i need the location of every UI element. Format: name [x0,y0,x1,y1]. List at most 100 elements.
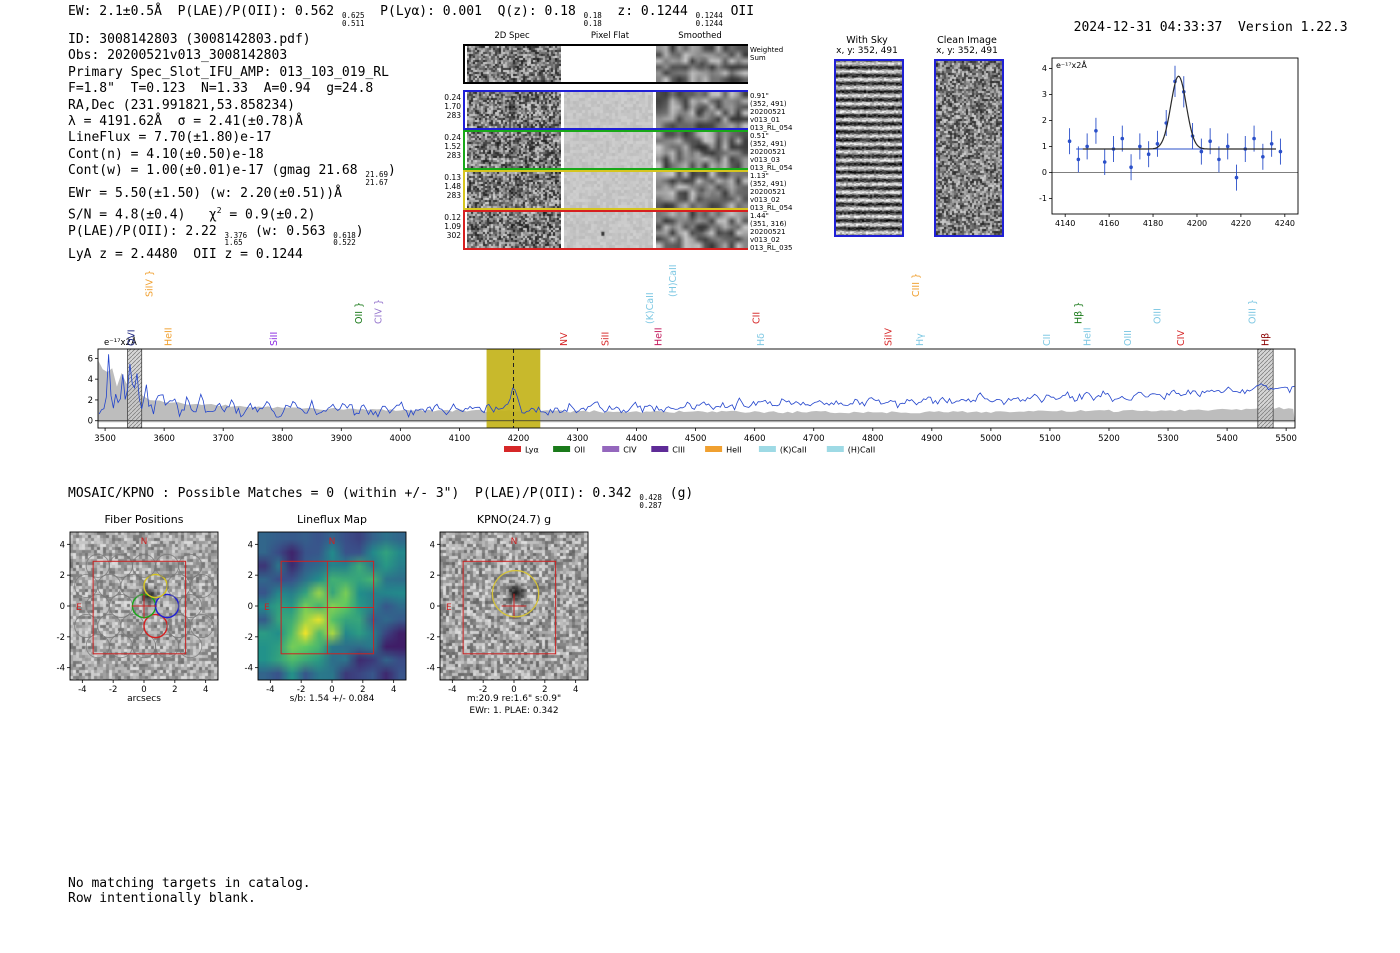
data-point [1270,142,1274,146]
y-tick-label: 4 [248,540,253,550]
fiber-positions-title: Fiber Positions [105,513,184,526]
report-meta: 2024-12-31 04:33:37 Version 1.22.3 [1058,4,1348,37]
text-segment: Primary Spec_Slot_IFU_AMP: 013_103_019_R… [68,65,389,80]
spec2d-row-right-labels: 1.13"(352, 491)20200521v013_02013_RL_054 [750,172,794,212]
x-tick-label: 3800 [271,434,293,444]
x-tick-label: 5000 [980,434,1002,444]
excluded-band [128,349,142,428]
x-tick-label: 5100 [1039,434,1061,444]
text-segment: RA,Dec (231.991821,53.858234) [68,98,295,113]
lineflux-caption: s/b: 1.54 +/- 0.084 [290,694,375,704]
mosaic-header-line: MOSAIC/KPNO : Possible Matches = 0 (with… [68,486,693,509]
spec2d-right-value: 013_RL_035 [750,244,794,252]
detection-info-block: ID: 3008142803 (3008142803.pdf)Obs: 2020… [68,32,396,263]
withsky-image [834,59,904,237]
lo-value: 0.287 [639,502,662,510]
y-tick-label: 2 [430,571,435,581]
info-line: EWr = 5.50(±1.50) (w: 2.20(±0.51))Å [68,186,396,202]
emission-line-label: Hβ } [1073,302,1084,324]
y-tick-label: -4 [427,664,435,674]
emission-line-label: Hγ [915,333,926,346]
spec2d-right-value: 20200521 [750,228,794,236]
x-tick-label: 3500 [94,434,116,444]
data-point [1200,150,1204,154]
text-segment: (g) [662,486,693,501]
detected-line-highlight-band [487,349,541,428]
legend-swatch [602,446,619,452]
spec2d-left-value: 283 [439,191,461,200]
spec2d-row-left-labels: 0.241.70283 [439,93,461,120]
x-tick-label: -4 [266,685,274,695]
spec2d-strip [467,132,561,168]
emission-line-label: CIV } [374,299,385,324]
x-tick-label: 4220 [1231,219,1251,228]
data-point [1103,160,1107,164]
lo-value: 0.522 [333,239,356,247]
emission-line-label: OVI [127,329,138,346]
y-tick-label: 4 [88,375,93,385]
x-tick-label: 5400 [1216,434,1238,444]
text-segment: F=1.8" T=0.123 N=1.33 A=0.94 g=24.8 [68,81,373,96]
text-segment: (w: 0.563 [247,224,333,239]
spec2d-left-value: 302 [439,231,461,240]
spec2d-left-value: 1.52 [439,142,461,151]
text-segment: Cont(n) = 4.10(±0.50)e-18 [68,147,264,162]
spec2d-right-value: 1.13" [750,172,794,180]
y-tick-label: 4 [60,540,65,550]
smoothed-strip [656,46,748,82]
pixelflat-strip [564,46,653,82]
legend-label: OII [574,446,585,455]
y-tick-label: 6 [88,354,93,364]
emission-line-label: OIII } [1247,299,1258,324]
clean-coords: x, y: 352, 491 [936,46,998,56]
text-segment: S/N = 4.8(±0.4) χ [68,207,217,222]
hi-lo-stack: 3.3761.65 [225,232,248,247]
data-point [1138,145,1142,149]
x-tick-label: 4200 [1187,219,1207,228]
clean-image [934,59,1004,237]
text-segment: MOSAIC/KPNO : Possible Matches = 0 (with… [68,486,639,501]
y-tick-label: 4 [430,540,435,550]
lineflux-map-title: Lineflux Map [297,513,367,526]
x-tick-label: 2 [172,685,177,695]
spec2d-row [463,44,748,84]
emission-line-label: CIV [1176,330,1187,346]
y-tick-label: 0 [60,602,65,612]
legend-label: Lyα [525,446,539,455]
y-tick-label: -2 [427,633,435,643]
spec2d-right-value: v013_02 [750,196,794,204]
x-tick-label: 5300 [1157,434,1179,444]
axes-frame [1052,58,1298,214]
data-point [1217,158,1221,162]
spec2d-left-value: 283 [439,151,461,160]
emission-line-label: Hβ [1260,333,1271,346]
pixelflat-strip [564,132,653,168]
full-spectrum-plot: 3500360037003800390040004100420043004400… [88,264,1297,454]
emission-line-label: CII [751,312,762,324]
x-tick-label: -2 [109,685,117,695]
text-segment: Cont(w) = 1.00(±0.01)e-17 (gmag 21.68 [68,163,365,178]
axes-frame [98,349,1295,428]
data-point [1164,121,1168,125]
smoothed-strip [656,92,748,128]
y-tick-label: 2 [248,571,253,581]
legend-label: (H)CaII [848,446,875,455]
data-point [1226,145,1230,149]
spec2d-right-value: 20200521 [750,148,794,156]
spec2d-left-value: 283 [439,111,461,120]
data-point [1147,152,1151,156]
x-tick-label: 4800 [862,434,884,444]
footer-line-1: No matching targets in catalog. [68,876,311,892]
text-segment: LineFlux = 7.70(±1.80)e-17 [68,130,272,145]
withsky-coords: x, y: 352, 491 [836,46,898,56]
emission-line-label: CII [1042,334,1053,346]
legend-label: (K)CaII [780,446,807,455]
lo-value: 0.511 [342,20,365,28]
data-point [1235,176,1239,180]
y-axis-label: e⁻¹⁷x2Å [104,336,137,348]
emission-line-label: (H)CaII [668,264,679,297]
info-line: Primary Spec_Slot_IFU_AMP: 013_103_019_R… [68,65,396,81]
emission-line-label: HeII [653,327,664,346]
hi-lo-stack: 0.6180.522 [333,232,356,247]
text-segment: λ = 4191.62Å σ = 2.41(±0.78)Å [68,114,303,129]
